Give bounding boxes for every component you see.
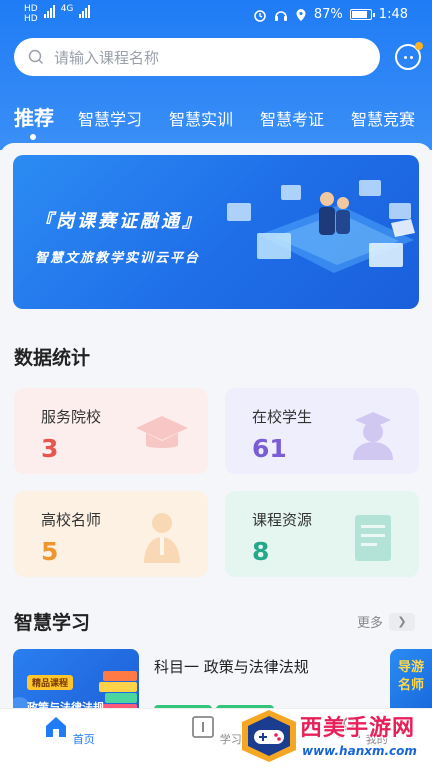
nav-home[interactable]: 首页 [39,715,99,747]
stats-section-title: 数据统计 [14,347,91,369]
watermark-title: 西美手游网 [300,716,416,741]
stat-label: 在校学生 [252,408,313,426]
watermark: 西美手游网 www.hanxm.com [236,704,432,768]
student-icon [353,412,393,460]
course-thumbnail[interactable]: 精品课程 政策与法律法规 [13,649,139,708]
message-icon [403,55,407,59]
category-tabs: 推荐 智慧学习 智慧实训 智慧考证 智慧竞赛 [0,100,432,140]
stat-value: 3 [41,434,59,463]
tab-indicator [30,134,36,140]
tab-smart-training[interactable]: 智慧实训 [169,106,233,130]
stat-card-resources[interactable]: 课程资源 8 [225,491,419,577]
network-label: 4G [60,4,74,14]
nav-label: 首页 [72,733,95,746]
location-icon [296,8,306,21]
learning-section-title: 智慧学习 [14,612,91,634]
course-thumbnail[interactable]: 导游名师 [390,649,432,708]
stat-card-teachers[interactable]: 高校名师 5 [14,491,208,577]
tab-smart-learning[interactable]: 智慧学习 [78,106,142,130]
course-title[interactable]: 科目一 政策与法律法规 [154,656,309,677]
tab-smart-competition[interactable]: 智慧竞赛 [351,106,415,130]
more-button[interactable]: 更多 ❯ [357,612,416,631]
tab-recommend[interactable]: 推荐 [14,102,54,131]
main-content: 『岗课赛证融通』 智慧文旅教学实训云平台 数据统计 服务院校 3 在校学生 61 [0,143,432,708]
chevron-right-icon: ❯ [389,612,416,631]
book-icon [355,515,391,561]
search-input[interactable]: 请输入课程名称 [14,38,380,76]
more-label: 更多 [357,616,384,631]
search-placeholder: 请输入课程名称 [54,48,160,67]
signal-bars-icon [79,4,91,18]
stat-label: 服务院校 [41,408,102,426]
stat-value: 61 [252,434,287,463]
stat-value: 8 [252,537,270,566]
teacher-icon [144,513,180,563]
gamepad-logo-icon [242,710,296,762]
banner-illustration [227,180,415,273]
book-open-icon [192,716,215,738]
headset-icon [274,10,287,21]
hd-label: HD [24,14,38,24]
course-thumb-title: 导游名师 [398,660,425,693]
stat-value: 5 [41,537,59,566]
course-thumb-title: 政策与法律法规 [27,701,104,708]
stat-label: 高校名师 [41,511,102,529]
clock: 1:48 [378,7,408,22]
stat-card-schools[interactable]: 服务院校 3 [14,388,208,474]
battery-percent: 87% [313,7,343,22]
watermark-url: www.hanxm.com [302,744,417,758]
stat-card-students[interactable]: 在校学生 61 [225,388,419,474]
status-right: 87% 1:48 [253,7,408,22]
battery-icon [349,9,375,20]
tab-smart-certification[interactable]: 智慧考证 [260,106,324,130]
home-icon [46,717,67,737]
search-icon [28,49,44,65]
alarm-icon [254,9,266,22]
status-bar: HD HD 4G 87% 1:48 [0,0,432,32]
banner-title: 『岗课赛证融通』 [35,211,203,232]
banner-subtitle: 智慧文旅教学实训云平台 [35,251,201,266]
banner[interactable]: 『岗课赛证融通』 智慧文旅教学实训云平台 [13,155,419,309]
signal-indicators: HD HD 4G [24,4,91,24]
stat-label: 课程资源 [252,511,313,529]
graduation-cap-icon [136,416,188,448]
notification-dot [415,42,423,50]
signal-bars-icon [43,4,55,18]
course-badge: 精品课程 [27,675,74,690]
hd-label: HD [24,4,38,14]
